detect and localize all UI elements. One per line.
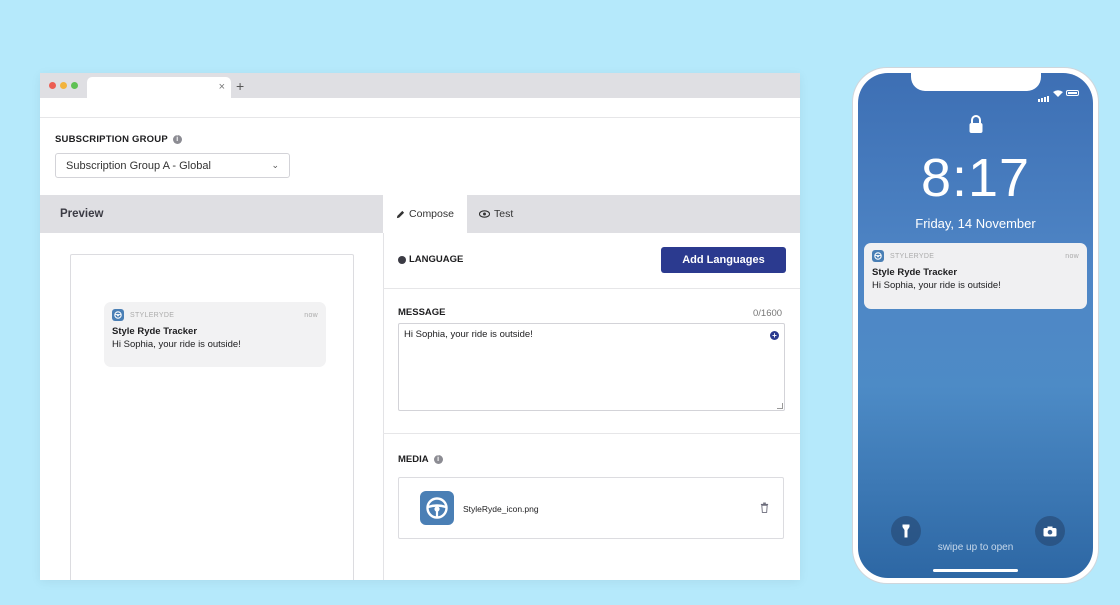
resize-handle-icon[interactable] [777,403,783,409]
lock-screen-notification[interactable]: STYLERYDE now Style Ryde Tracker Hi Soph… [864,243,1087,309]
lock-screen-time: 8:17 [920,148,1031,208]
subscription-group-value: Subscription Group A - Global [66,159,211,172]
message-textarea[interactable]: Hi Sophia, your ride is outside! + [398,323,785,411]
language-label: LANGUAGE [409,254,464,265]
notification-body: Hi Sophia, your ride is outside! [112,339,241,350]
tab-compose-label: Compose [409,208,454,220]
language-heading: LANGUAGE [398,254,463,265]
lock-screen-date: Friday, 14 November [915,216,1036,231]
phone-notch [911,73,1041,91]
subscription-group-label: SUBSCRIPTION GROUP [55,134,168,145]
browser-tab[interactable]: × [87,77,231,98]
minimize-window-button[interactable] [60,82,67,89]
message-text: Hi Sophia, your ride is outside! [404,329,533,340]
notification-time: now [1065,252,1079,260]
notification-title: Style Ryde Tracker [872,267,958,278]
tab-compose[interactable]: Compose [383,195,467,233]
maximize-window-button[interactable] [71,82,78,89]
close-tab-icon[interactable]: × [219,80,225,94]
globe-icon [398,255,406,264]
browser-titlebar: × + [40,73,800,98]
browser-toolbar [40,98,800,118]
subscription-group-select[interactable]: Subscription Group A - Global ⌄ [55,153,290,178]
status-bar [1038,84,1079,102]
notification-body: Hi Sophia, your ride is outside! [872,280,1001,291]
lock-screen: 8:17 Friday, 14 November STYLERYDE now S… [858,73,1093,578]
add-languages-button[interactable]: Add Languages [661,247,786,273]
preview-notification: STYLERYDE now Style Ryde Tracker Hi Soph… [104,302,326,367]
add-personalization-icon[interactable]: + [770,331,779,340]
lock-icon [969,115,983,133]
notification-title: Style Ryde Tracker [112,326,198,337]
pencil-icon [396,210,405,218]
info-icon[interactable]: i [172,135,182,144]
signal-icon [1038,84,1050,102]
flashlight-icon [902,524,910,538]
subscription-group-heading: SUBSCRIPTION GROUP i [55,134,182,145]
wifi-icon [1053,89,1063,97]
trash-icon[interactable] [760,502,769,513]
chevron-down-icon: ⌄ [271,160,279,170]
swipe-hint: swipe up to open [937,542,1014,553]
phone-device: 8:17 Friday, 14 November STYLERYDE now S… [853,68,1098,583]
editor-tabs: Compose Test [383,195,800,233]
notification-time: now [304,311,318,319]
battery-icon [1066,90,1079,96]
steering-wheel-icon [112,309,124,321]
tab-test-label: Test [494,208,514,220]
language-section: LANGUAGE Add Languages [383,233,800,289]
eye-icon [479,210,490,218]
notification-app-name: STYLERYDE [130,311,175,319]
steering-wheel-icon [872,250,884,262]
new-tab-button[interactable]: + [236,78,244,94]
home-indicator[interactable] [933,569,1018,572]
tab-test[interactable]: Test [479,195,513,233]
preview-header: Preview [40,195,383,233]
close-window-button[interactable] [49,82,56,89]
camera-icon [1043,526,1057,536]
notification-app-name: STYLERYDE [890,252,935,260]
